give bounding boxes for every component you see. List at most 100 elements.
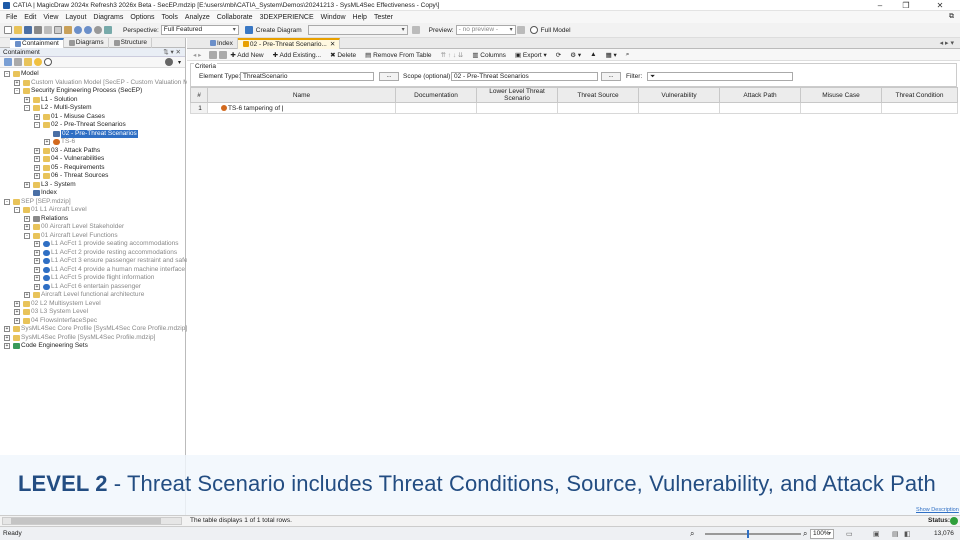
expand-toggle-icon[interactable]: + xyxy=(34,113,40,120)
new-element-icon[interactable] xyxy=(24,58,32,66)
zoom-search-icon[interactable]: ⌕ xyxy=(690,529,694,539)
tree-node[interactable]: - Security Engineering Process (SecEP) xyxy=(14,87,142,96)
zoom-select[interactable]: 100% xyxy=(810,529,834,539)
name-cell-text[interactable]: TS-6 tampering of xyxy=(228,105,280,112)
options-gear-icon[interactable]: ⚙ ▾ xyxy=(568,51,583,59)
collapse-toggle-icon[interactable]: - xyxy=(14,207,20,214)
column-header[interactable]: Attack Path xyxy=(719,87,801,103)
expand-toggle-icon[interactable]: + xyxy=(14,309,20,316)
menu-analyze[interactable]: Analyze xyxy=(185,14,210,21)
scope-field[interactable]: 02 - Pre-Threat Scenarios xyxy=(451,72,598,81)
expand-toggle-icon[interactable]: + xyxy=(14,300,20,307)
column-header[interactable]: # xyxy=(190,87,208,103)
layout-icon[interactable]: ▦ ▾ xyxy=(604,51,619,59)
expand-toggle-icon[interactable]: + xyxy=(34,249,40,256)
tree-node[interactable]: 02 - Pre-Threat Scenarios xyxy=(44,129,138,138)
expand-toggle-icon[interactable]: + xyxy=(34,258,40,265)
tree-node[interactable]: +03 - Attack Paths xyxy=(34,147,100,156)
collapse-toggle-icon[interactable]: - xyxy=(24,105,30,112)
add-existing-button[interactable]: ✚ Add Existing... xyxy=(271,51,323,59)
open-icon[interactable] xyxy=(14,26,22,34)
collapse-toggle-icon[interactable]: - xyxy=(34,122,40,129)
expand-toggle-icon[interactable]: + xyxy=(34,147,40,154)
menu-tester[interactable]: Tester xyxy=(374,14,393,21)
expand-toggle-icon[interactable]: + xyxy=(34,156,40,163)
column-header[interactable]: Threat Condition xyxy=(881,87,958,103)
perspective-select[interactable]: Full Featured xyxy=(160,25,239,35)
zoom-in-icon[interactable]: ⌕ xyxy=(803,529,807,539)
cut-icon[interactable] xyxy=(44,26,52,34)
tree-node[interactable]: +00 Aircraft Level Stakeholder xyxy=(24,223,124,232)
tree-node[interactable]: + Relations xyxy=(24,215,68,224)
tree-node[interactable]: + L1 AcFct 1 provide seating accommodatio… xyxy=(34,240,179,249)
expand-toggle-icon[interactable]: + xyxy=(44,139,50,146)
tree-node[interactable]: + TS-6 xyxy=(44,138,75,147)
print-icon[interactable] xyxy=(34,26,42,34)
column-header[interactable]: Name xyxy=(207,87,396,103)
expand-toggle-icon[interactable]: + xyxy=(24,181,30,188)
back-icon[interactable]: ◂ ▸ xyxy=(191,51,203,59)
preview-options-icon[interactable] xyxy=(516,26,525,34)
move-arrows-icon[interactable]: ⇈ ↑ ↓ ⇊ xyxy=(439,51,466,59)
tree-node[interactable]: + SysML4Sec Profile [SysML4Sec Profile.md… xyxy=(4,334,155,343)
scope-browse-button[interactable]: ... xyxy=(601,72,621,81)
find-icon[interactable] xyxy=(94,26,102,34)
name-cell[interactable]: TS-6 tampering of | xyxy=(207,102,396,114)
tree-node[interactable]: + Aircraft Level functional architecture xyxy=(24,291,144,300)
expand-toggle-icon[interactable]: + xyxy=(4,334,10,341)
create-diagram-button[interactable]: Create Diagram xyxy=(254,27,304,34)
table-row[interactable]: 1 TS-6 tampering of | xyxy=(190,102,958,114)
diagram-type-select[interactable] xyxy=(307,25,408,35)
element-type-browse-button[interactable]: ... xyxy=(379,72,399,81)
tree-node[interactable]: - SEP [SEP.mdzip] xyxy=(4,198,71,207)
tab-pre-threat-scenarios[interactable]: 02 - Pre-Threat Scenario... ✕ xyxy=(237,37,341,49)
filter-field[interactable]: ⏷ xyxy=(647,72,793,81)
table-properties-icon[interactable] xyxy=(209,50,218,59)
menu-file[interactable]: File xyxy=(6,14,17,21)
tree-node[interactable]: + L1 AcFct 2 provide resting accommodatio… xyxy=(34,249,177,258)
collapse-toggle-icon[interactable]: - xyxy=(24,232,30,239)
export-button[interactable]: ▣ Export ▾ xyxy=(513,51,549,59)
tree-node[interactable]: - Model xyxy=(4,70,39,79)
table-cell[interactable] xyxy=(476,102,558,114)
tree-node[interactable]: +04 - Vulnerabilities xyxy=(34,155,104,164)
close-tab-icon[interactable]: ✕ xyxy=(330,40,335,49)
table-cell[interactable] xyxy=(800,102,882,114)
tree-node[interactable]: +03 L3 System Level xyxy=(14,308,88,317)
delete-button[interactable]: ✖ Delete xyxy=(328,51,358,59)
scrollbar-thumb[interactable] xyxy=(11,518,161,524)
restore-icon[interactable]: ❐ xyxy=(896,0,916,11)
layout-icon[interactable]: ▣ xyxy=(873,530,880,538)
menu-options[interactable]: Options xyxy=(130,14,154,21)
tab-containment[interactable]: Containment xyxy=(10,37,64,48)
menu-collaborate[interactable]: Collaborate xyxy=(217,14,253,21)
tree-node[interactable]: + L1 AcFct 5 provide flight information xyxy=(34,274,154,283)
save-status-icon[interactable]: ▤ xyxy=(892,530,899,538)
refresh-icon[interactable]: ⟳ xyxy=(554,51,563,59)
expand-toggle-icon[interactable]: + xyxy=(34,164,40,171)
collapse-toggle-icon[interactable]: - xyxy=(14,88,20,95)
column-header[interactable]: Threat Source xyxy=(557,87,639,103)
tree-node[interactable]: + Code Engineering Sets xyxy=(4,342,88,351)
menu-3dexperience[interactable]: 3DEXPERIENCE xyxy=(260,14,314,21)
expand-toggle-icon[interactable]: + xyxy=(24,96,30,103)
collapse-toggle-icon[interactable]: - xyxy=(4,198,10,205)
element-type-field[interactable]: ThreatScenario xyxy=(240,72,374,81)
tree-node[interactable]: - 01 L1 Aircraft Level xyxy=(14,206,87,215)
undo-icon[interactable] xyxy=(74,26,82,34)
redo-icon[interactable] xyxy=(84,26,92,34)
remove-from-table-button[interactable]: ▤ Remove From Table xyxy=(363,51,433,59)
fit-icon[interactable]: ▭ xyxy=(846,530,853,538)
preview-select[interactable]: - no preview - xyxy=(455,25,516,35)
expand-toggle-icon[interactable]: + xyxy=(34,266,40,273)
link-icon[interactable] xyxy=(14,58,22,66)
tree-node[interactable]: + L1 AcFct 3 ensure passenger restraint a… xyxy=(34,257,193,266)
table-cell[interactable] xyxy=(881,102,958,114)
tree-node[interactable]: + L1 AcFct 4 provide a human machine inte… xyxy=(34,266,185,275)
menu-help[interactable]: Help xyxy=(353,14,367,21)
expand-toggle-icon[interactable]: + xyxy=(24,224,30,231)
full-model-radio[interactable] xyxy=(529,26,538,34)
star-icon[interactable] xyxy=(34,58,42,66)
zoom-slider-handle[interactable] xyxy=(747,530,749,538)
table-cell[interactable] xyxy=(557,102,639,114)
